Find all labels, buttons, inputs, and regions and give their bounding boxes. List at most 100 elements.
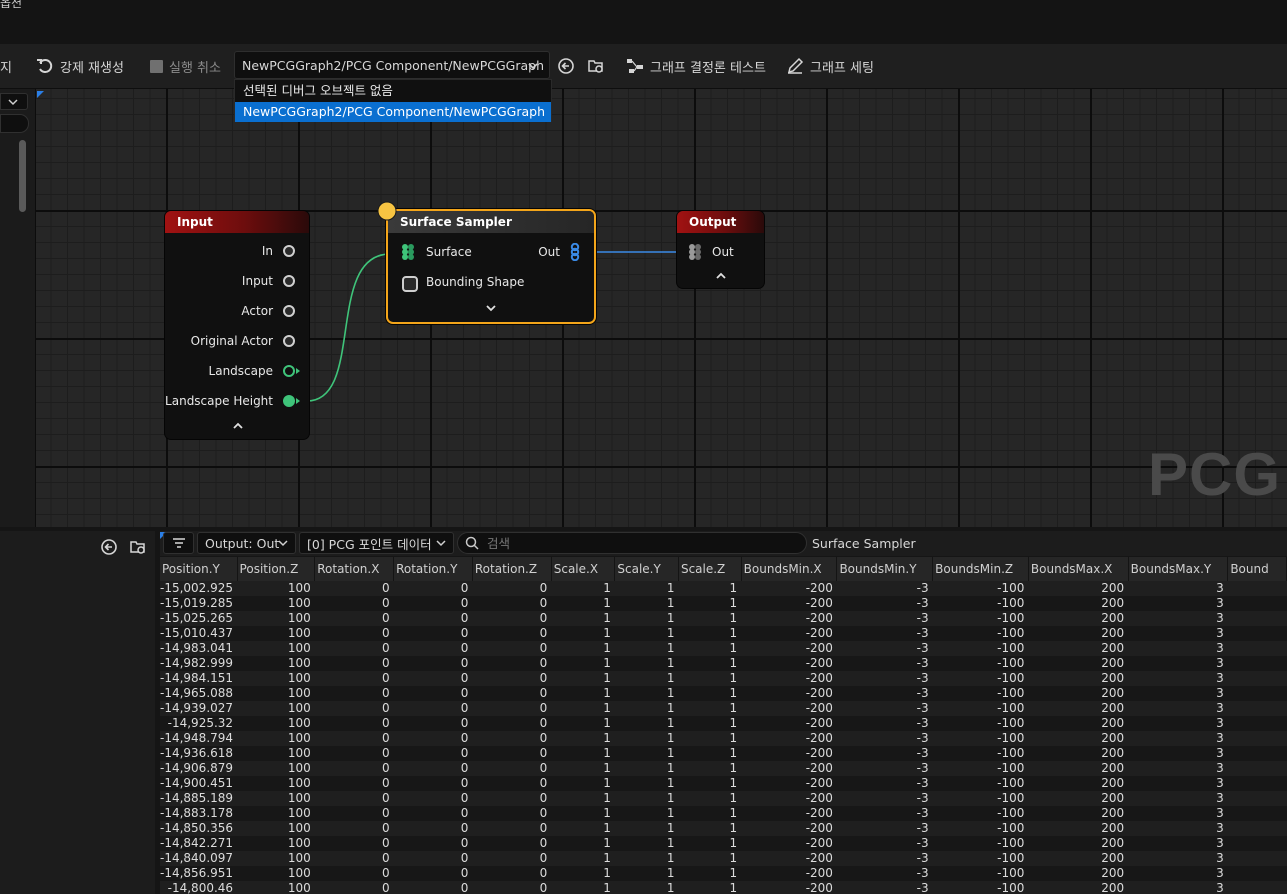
table-cell: 0 <box>393 746 473 761</box>
table-row[interactable]: -14,948.794 100 0 0 0 1 1 1 -200 -3 -100 200 3 <box>160 731 1287 746</box>
find-debug-object-button[interactable] <box>587 56 605 76</box>
collapse-up-icon[interactable] <box>715 271 727 281</box>
table-row[interactable]: -14,885.189 100 0 0 0 1 1 1 -200 -3 -100 200 3 <box>160 791 1287 806</box>
table-cell: 3 <box>1128 731 1228 746</box>
table-row[interactable]: -14,965.088 100 0 0 0 1 1 1 -200 -3 -100 200 3 <box>160 686 1287 701</box>
table-cell: 1 <box>678 641 742 656</box>
collapse-up-icon[interactable] <box>232 421 244 431</box>
stop-icon <box>150 59 163 73</box>
column-header[interactable]: BoundsMax.X <box>1028 557 1129 581</box>
table-cell: 1 <box>678 581 742 596</box>
multi-point-in-icon[interactable] <box>687 243 705 261</box>
pin-in[interactable] <box>283 245 295 257</box>
arrow-left-circle-icon[interactable] <box>100 538 118 556</box>
column-header[interactable]: Position.Z <box>237 557 316 581</box>
table-cell: 3 <box>1128 656 1228 671</box>
table-cell: 0 <box>393 686 473 701</box>
table-cell <box>1227 806 1287 821</box>
table-cell: 1 <box>678 866 742 881</box>
table-row[interactable]: -14,800.46 100 0 0 0 1 1 1 -200 -3 -100 200 3 <box>160 881 1287 894</box>
table-row[interactable]: -14,936.618 100 0 0 0 1 1 1 -200 -3 -100 200 3 <box>160 746 1287 761</box>
graph-settings-button[interactable]: 그래프 세팅 <box>786 56 874 76</box>
input-node[interactable]: Input In Input Actor Original Actor Land… <box>165 211 309 439</box>
exec-order-pin-icon[interactable] <box>376 200 398 222</box>
table-row[interactable]: -15,025.265 100 0 0 0 1 1 1 -200 -3 -100 200 3 <box>160 611 1287 626</box>
pin-bounding-shape[interactable] <box>402 276 418 292</box>
output-node[interactable]: Output Out <box>677 211 764 288</box>
pin-arrow-icon <box>296 368 300 374</box>
undo-run-button[interactable]: 실행 취소 <box>150 56 221 76</box>
left-panel-search[interactable] <box>0 114 29 133</box>
column-header[interactable]: BoundsMin.X <box>741 557 838 581</box>
toolbar-partial-button[interactable]: 지 <box>0 56 12 76</box>
multi-point-pin-icon[interactable] <box>400 243 418 261</box>
pin-original-actor[interactable] <box>283 335 295 347</box>
table-row[interactable]: -14,983.041 100 0 0 0 1 1 1 -200 -3 -100 200 3 <box>160 641 1287 656</box>
table-row[interactable]: -14,900.451 100 0 0 0 1 1 1 -200 -3 -100 200 3 <box>160 776 1287 791</box>
column-header[interactable]: BoundsMin.Z <box>932 557 1029 581</box>
table-cell: 0 <box>314 761 394 776</box>
pin-actor[interactable] <box>283 305 295 317</box>
graph-determinism-test-button[interactable]: 그래프 결정론 테스트 <box>626 56 766 76</box>
table-cell: 200 <box>1028 866 1129 881</box>
column-header[interactable]: BoundsMin.Y <box>836 557 934 581</box>
table-cell: -100 <box>932 791 1029 806</box>
multi-point-out-icon[interactable] <box>568 243 582 261</box>
table-row[interactable]: -14,982.999 100 0 0 0 1 1 1 -200 -3 -100 200 3 <box>160 656 1287 671</box>
column-header[interactable]: BoundsMax.Y <box>1128 557 1229 581</box>
debug-option-none[interactable]: 선택된 디버그 오브젝트 없음 <box>235 81 551 101</box>
table-row[interactable]: -14,842.271 100 0 0 0 1 1 1 -200 -3 -100 200 3 <box>160 836 1287 851</box>
graph-canvas[interactable]: Input In Input Actor Original Actor Land… <box>35 89 1287 527</box>
column-header[interactable]: Rotation.Z <box>472 557 552 581</box>
column-header[interactable]: Scale.X <box>551 557 616 581</box>
table-row[interactable]: -14,925.32 100 0 0 0 1 1 1 -200 -3 -100 200 3 <box>160 716 1287 731</box>
column-header[interactable]: Scale.Y <box>614 557 679 581</box>
debug-option-selected[interactable]: NewPCGGraph2/PCG Component/NewPCGGraph <box>235 102 551 122</box>
back-to-debug-button[interactable] <box>557 56 575 76</box>
data-search-input[interactable] <box>485 534 789 552</box>
table-row[interactable]: -14,840.097 100 0 0 0 1 1 1 -200 -3 -100 200 3 <box>160 851 1287 866</box>
table-cell: -14,840.097 <box>160 851 238 866</box>
table-cell <box>1227 611 1287 626</box>
pin-landscape[interactable] <box>283 365 295 377</box>
table-row[interactable]: -14,883.178 100 0 0 0 1 1 1 -200 -3 -100 200 3 <box>160 806 1287 821</box>
table-cell: 100 <box>237 881 315 894</box>
table-row[interactable]: -15,010.437 100 0 0 0 1 1 1 -200 -3 -100 200 3 <box>160 626 1287 641</box>
column-header[interactable]: Rotation.Y <box>393 557 473 581</box>
table-row[interactable]: -14,984.151 100 0 0 0 1 1 1 -200 -3 -100 200 3 <box>160 671 1287 686</box>
data-search-box[interactable] <box>457 532 807 554</box>
table-cell: -14,936.618 <box>160 746 238 761</box>
table-cell: 0 <box>393 596 473 611</box>
column-header[interactable]: Bound <box>1227 557 1287 581</box>
table-cell: 0 <box>393 881 473 894</box>
table-row[interactable]: -15,002.925 100 0 0 0 1 1 1 -200 -3 -100 200 3 <box>160 581 1287 596</box>
table-row[interactable]: -14,906.879 100 0 0 0 1 1 1 -200 -3 -100 200 3 <box>160 761 1287 776</box>
left-panel-combo[interactable] <box>0 93 28 110</box>
surface-sampler-node[interactable]: Surface Sampler Surface Bounding Shape O… <box>386 209 596 324</box>
table-row[interactable]: -14,939.027 100 0 0 0 1 1 1 -200 -3 -100 200 3 <box>160 701 1287 716</box>
force-regenerate-button[interactable]: 강제 재생성 <box>36 56 124 76</box>
table-row[interactable]: -14,850.356 100 0 0 0 1 1 1 -200 -3 -100 200 3 <box>160 821 1287 836</box>
table-cell: -14,800.46 <box>160 881 238 894</box>
table-cell: 3 <box>1128 851 1228 866</box>
expand-down-icon[interactable] <box>485 303 497 313</box>
column-header[interactable]: Scale.Z <box>678 557 742 581</box>
debug-object-combo[interactable]: NewPCGGraph2/PCG Component/NewPCGGraph <box>234 51 550 79</box>
column-header[interactable]: Rotation.X <box>314 557 395 581</box>
table-row[interactable]: -14,856.951 100 0 0 0 1 1 1 -200 -3 -100 200 3 <box>160 866 1287 881</box>
table-row[interactable]: -15,019.285 100 0 0 0 1 1 1 -200 -3 -100 200 3 <box>160 596 1287 611</box>
column-header[interactable]: Position.Y <box>160 557 238 581</box>
data-index-combo[interactable]: [0] PCG 포인트 데이터 <box>299 532 454 554</box>
pin-input[interactable] <box>283 275 295 287</box>
pin-landscape-height[interactable] <box>283 395 295 407</box>
graph-determinism-test-label: 그래프 결정론 테스트 <box>650 60 766 76</box>
left-panel-scrollbar[interactable] <box>19 140 26 212</box>
output-pin-combo[interactable]: Output: Out <box>197 532 296 554</box>
point-data-table[interactable]: Position.Y Position.Z Rotation.X Rotation.Y… <box>160 557 1287 894</box>
column-filter-button[interactable] <box>163 532 194 554</box>
table-cell: -200 <box>741 776 837 791</box>
table-cell: -3 <box>836 791 933 806</box>
table-cell: 3 <box>1128 611 1228 626</box>
folder-search-icon[interactable] <box>129 538 147 556</box>
table-cell: 3 <box>1128 701 1228 716</box>
